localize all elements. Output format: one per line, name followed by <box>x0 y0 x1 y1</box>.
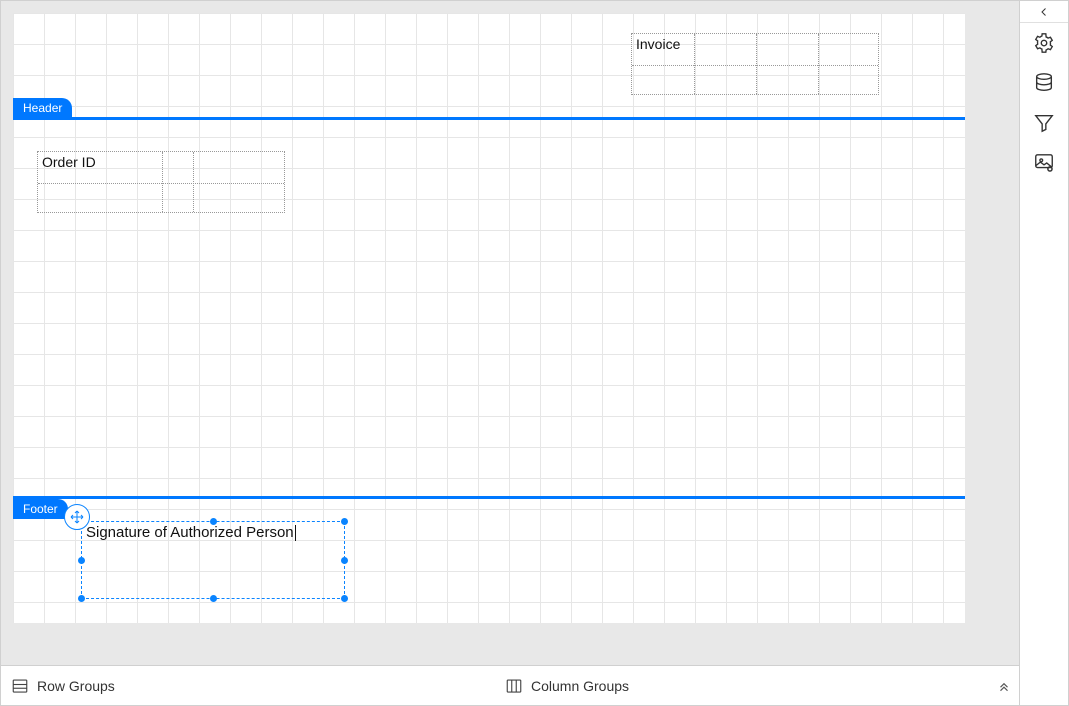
section-label-footer[interactable]: Footer <box>13 499 68 519</box>
report-designer-app: Invoice Header Order ID <box>0 0 1069 706</box>
resize-handle-w[interactable] <box>78 557 85 564</box>
expand-panel-button[interactable] <box>989 679 1019 693</box>
textbox-signature-text: Signature of Authorized Person <box>82 522 344 543</box>
column-groups-label: Column Groups <box>531 678 629 694</box>
side-icon-image-settings[interactable] <box>1022 143 1066 183</box>
move-icon <box>69 509 85 525</box>
textbox-order-id[interactable]: Order ID <box>37 151 285 213</box>
image-settings-icon <box>1033 152 1055 174</box>
resize-handle-n[interactable] <box>210 518 217 525</box>
canvas-outer: Invoice Header Order ID <box>1 1 1019 665</box>
row-groups-button[interactable]: Row Groups <box>1 677 495 695</box>
section-label-footer-text: Footer <box>23 502 58 516</box>
side-icon-settings[interactable] <box>1022 23 1066 63</box>
funnel-icon <box>1033 112 1055 134</box>
section-label-header[interactable]: Header <box>13 98 72 118</box>
section-line-header[interactable] <box>13 117 965 120</box>
resize-handle-s[interactable] <box>210 595 217 602</box>
textbox-invoice-text: Invoice <box>636 36 680 52</box>
chevrons-up-icon <box>997 679 1011 693</box>
rows-icon <box>11 677 29 695</box>
move-handle[interactable] <box>64 504 90 530</box>
side-panel <box>1020 1 1068 705</box>
resize-handle-sw[interactable] <box>78 595 85 602</box>
column-groups-button[interactable]: Column Groups <box>495 677 989 695</box>
database-icon <box>1033 72 1055 94</box>
bottom-bar: Row Groups Column Groups <box>1 665 1019 705</box>
text-cursor <box>295 525 296 541</box>
side-icon-filter[interactable] <box>1022 103 1066 143</box>
row-groups-label: Row Groups <box>37 678 115 694</box>
resize-handle-se[interactable] <box>341 595 348 602</box>
main-column: Invoice Header Order ID <box>1 1 1020 705</box>
resize-handle-e[interactable] <box>341 557 348 564</box>
chevron-left-icon <box>1038 6 1050 18</box>
section-label-header-text: Header <box>23 101 62 115</box>
resize-handle-ne[interactable] <box>341 518 348 525</box>
textbox-signature-selected[interactable]: Signature of Authorized Person <box>81 521 345 599</box>
collapse-side-panel-button[interactable] <box>1020 1 1068 23</box>
side-icon-data[interactable] <box>1022 63 1066 103</box>
gear-icon <box>1033 32 1055 54</box>
columns-icon <box>505 677 523 695</box>
section-line-footer-top[interactable] <box>13 496 965 499</box>
textbox-invoice[interactable]: Invoice <box>631 33 879 95</box>
design-canvas[interactable]: Invoice Header Order ID <box>13 13 965 623</box>
textbox-order-id-text: Order ID <box>42 154 96 170</box>
